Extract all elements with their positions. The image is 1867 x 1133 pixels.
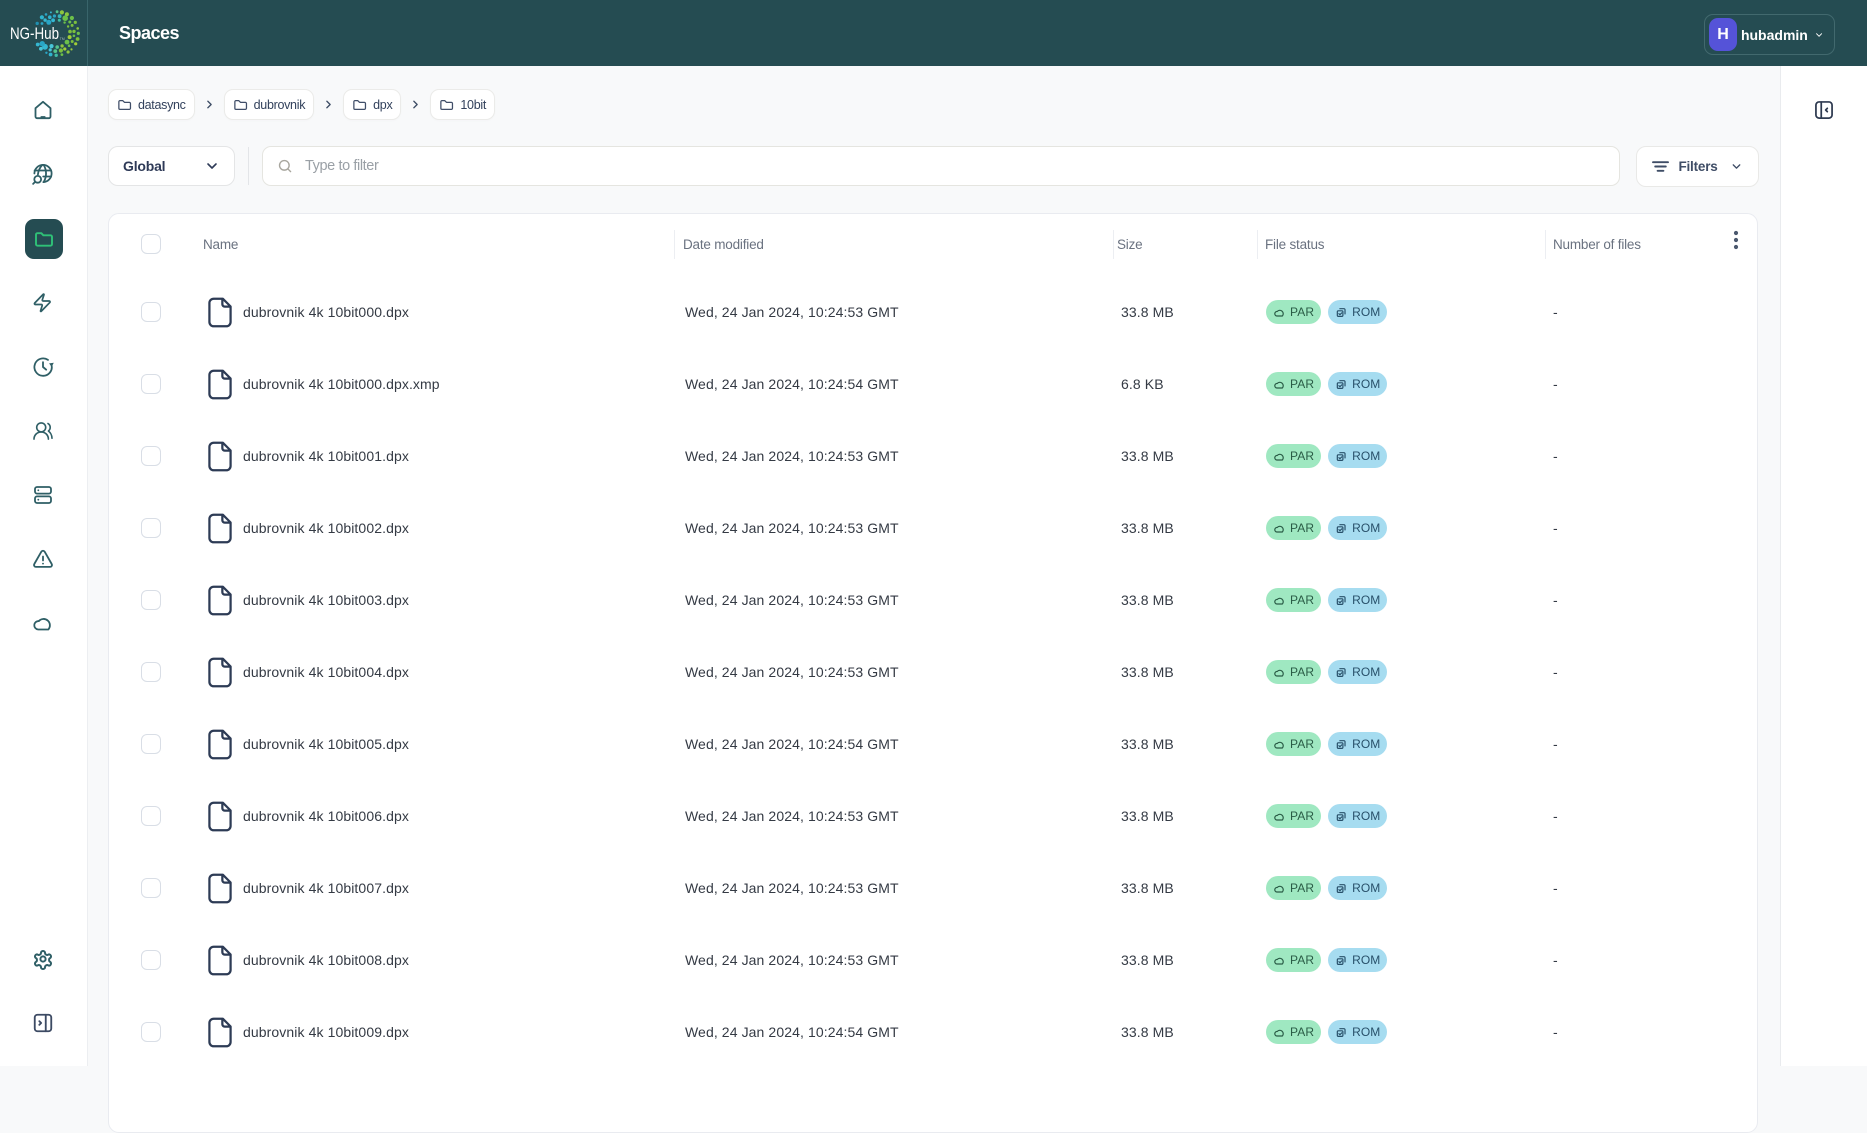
svg-text:TM: TM [60, 37, 65, 41]
svg-text:NG-Hub: NG-Hub [10, 25, 59, 43]
